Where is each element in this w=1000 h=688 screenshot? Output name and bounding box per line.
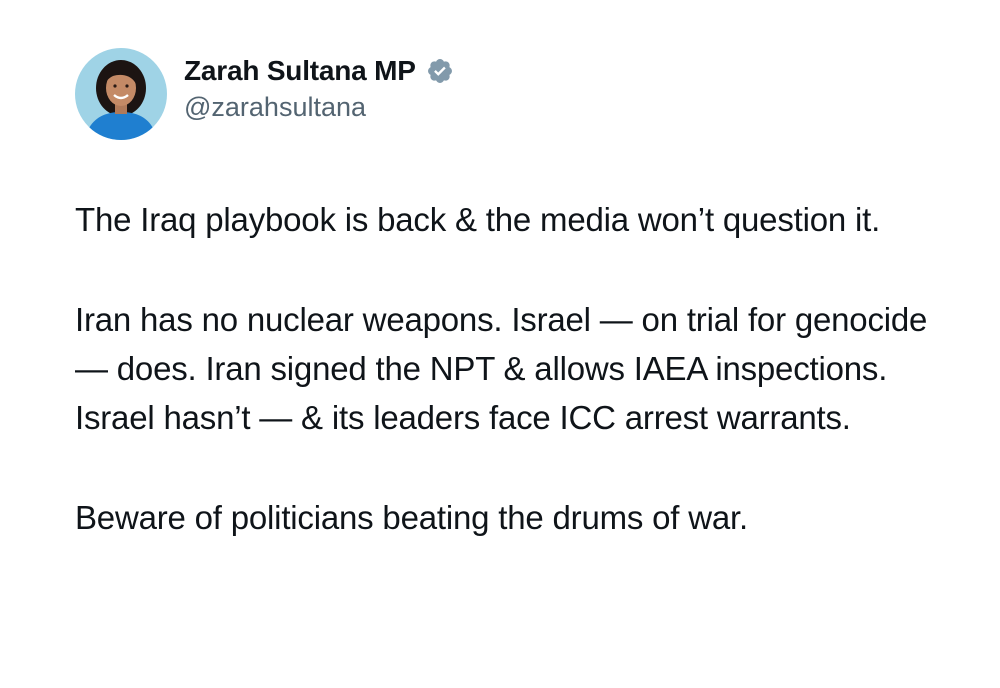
tweet-text: The Iraq playbook is back & the media wo… [75, 195, 955, 542]
profile-photo-icon [75, 48, 167, 140]
tweet-header: Zarah Sultana MP @zarahsultana [75, 48, 454, 140]
tweet-paragraph: Beware of politicians beating the drums … [75, 499, 748, 536]
verified-badge-icon [426, 57, 454, 85]
author-handle[interactable]: @zarahsultana [184, 90, 454, 124]
author-identity: Zarah Sultana MP @zarahsultana [184, 54, 454, 124]
tweet-paragraph: Iran has no nuclear weapons. Israel — on… [75, 301, 928, 436]
name-row: Zarah Sultana MP [184, 54, 454, 88]
tweet-paragraph: The Iraq playbook is back & the media wo… [75, 201, 881, 238]
avatar[interactable] [75, 48, 167, 140]
tweet-card: Zarah Sultana MP @zarahsultana The Iraq … [0, 0, 1000, 688]
author-display-name[interactable]: Zarah Sultana MP [184, 54, 416, 88]
